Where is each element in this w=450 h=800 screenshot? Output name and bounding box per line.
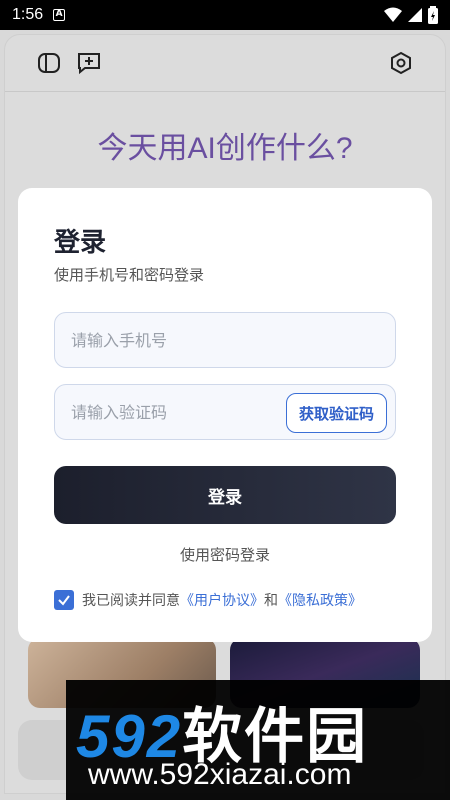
check-icon	[58, 595, 70, 606]
dialog-title: 登录	[54, 228, 107, 258]
code-field[interactable]: 获取验证码	[54, 384, 396, 440]
login-dialog: 登录 使用手机号和密码登录 获取验证码 登录 使用密码登录 我已阅读并同意 《用…	[18, 188, 432, 642]
settings-icon[interactable]	[387, 49, 415, 77]
phone-field[interactable]	[54, 312, 396, 368]
phone-input[interactable]	[71, 330, 271, 350]
watermark-url: www.592xiazai.com	[88, 758, 352, 791]
top-bar	[5, 35, 445, 91]
status-bar: 1:56 A	[0, 0, 450, 30]
login-button[interactable]: 登录	[54, 466, 396, 524]
watermark: 592软件园 www.592xiazai.com	[66, 680, 450, 800]
battery-icon	[428, 6, 438, 24]
agreement-row: 我已阅读并同意 《用户协议》 和 《隐私政策》	[54, 590, 362, 610]
new-chat-icon[interactable]	[75, 49, 103, 77]
user-agreement-link[interactable]: 《用户协议》	[180, 590, 264, 610]
signal-icon	[408, 8, 422, 22]
code-input[interactable]	[71, 402, 271, 422]
status-icons	[384, 6, 438, 24]
agreement-text: 我已阅读并同意	[82, 593, 180, 609]
top-divider	[5, 91, 445, 92]
privacy-policy-link[interactable]: 《隐私政策》	[278, 590, 362, 610]
sidebar-toggle-icon[interactable]	[35, 49, 63, 77]
notification-icon: A	[53, 9, 66, 21]
wifi-icon	[384, 7, 402, 22]
agreement-checkbox[interactable]	[54, 590, 74, 610]
dialog-subtitle: 使用手机号和密码登录	[54, 266, 205, 284]
status-time: 1:56	[12, 6, 44, 23]
password-login-link[interactable]: 使用密码登录	[18, 544, 432, 565]
get-code-button[interactable]: 获取验证码	[285, 393, 387, 433]
hero-title: 今天用AI创作什么?	[97, 132, 353, 165]
agreement-and: 和	[264, 593, 278, 609]
